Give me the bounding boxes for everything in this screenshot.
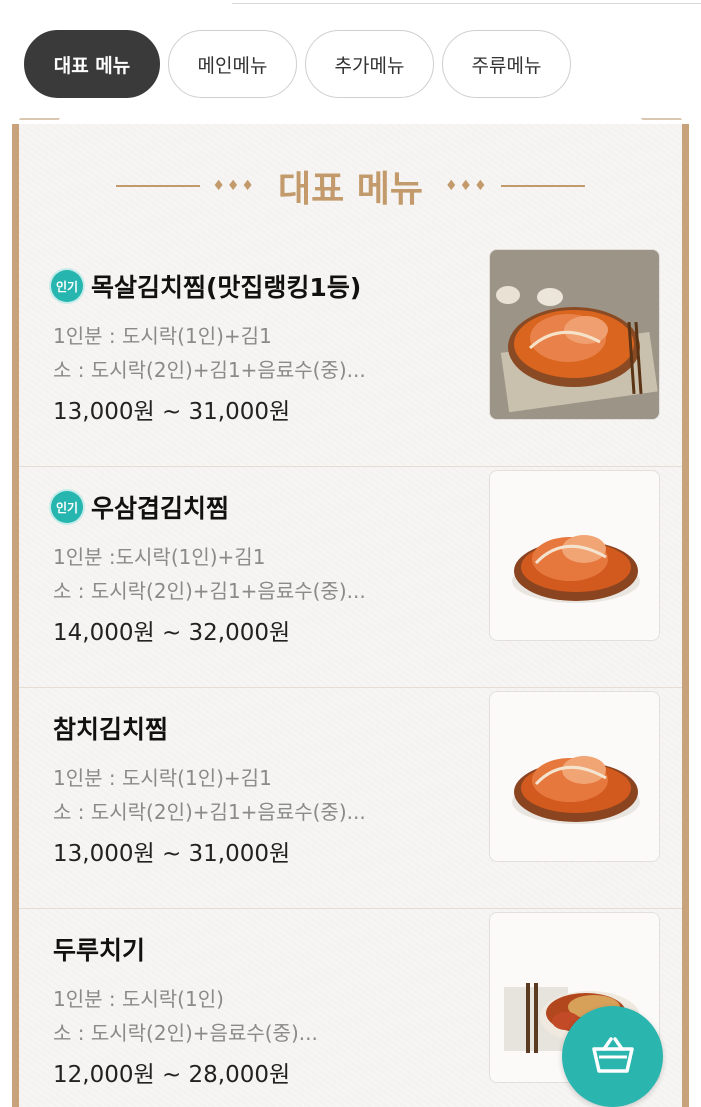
menu-item-desc: 소 : 도시락(2인)+김1+음료수(중)... [53, 579, 366, 603]
top-divider [232, 0, 701, 4]
menu-item[interactable]: 인기 우삼겹김치찜 1인분 :도시락(1인)+김1 소 : 도시락(2인)+김1… [19, 467, 682, 688]
menu-item-price: 13,000원 ~ 31,000원 [53, 841, 291, 867]
menu-item[interactable]: 참치김치찜 1인분 : 도시락(1인)+김1 소 : 도시락(2인)+김1+음료… [19, 688, 682, 909]
popular-badge: 인기 [51, 491, 83, 523]
menu-item-desc: 소 : 도시락(2인)+김1+음료수(중)... [53, 800, 366, 824]
cart-button[interactable] [562, 1006, 663, 1107]
menu-item-name-row: 두루치기 [53, 931, 145, 967]
tab-liquor-menu[interactable]: 주류메뉴 [442, 30, 571, 98]
menu-item-name: 두루치기 [53, 936, 146, 965]
section-heading: ♦♦♦ 대표 메뉴 ♦♦♦ [19, 164, 682, 210]
menu-item-desc: 소 : 도시락(2인)+김1+음료수(중)... [53, 358, 366, 382]
menu-item-price: 14,000원 ~ 32,000원 [53, 620, 291, 646]
menu-item[interactable]: 인기 목살김치찜(맛집랭킹1등) 1인분 : 도시락(1인)+김1 소 : 도시… [19, 246, 682, 467]
menu-item-desc: 소 : 도시락(2인)+음료수(중)... [53, 1021, 318, 1045]
ornament-left: ♦♦♦ [212, 178, 256, 194]
menu-item-name-row: 인기 우삼겹김치찜 [51, 489, 229, 525]
ornament-right: ♦♦♦ [445, 178, 489, 194]
menu-item-name-row: 참치김치찜 [53, 710, 168, 746]
heading-rule [116, 185, 201, 187]
menu-board: ♦♦♦ 대표 메뉴 ♦♦♦ 인기 목살김치찜(맛집랭킹1등) 1인분 : 도시락… [3, 118, 698, 1107]
section-title: 대표 메뉴 [277, 169, 423, 210]
kimchi-jjim-dish-photo[interactable] [489, 249, 660, 420]
tab-main-menu[interactable]: 메인메뉴 [168, 30, 297, 98]
menu-item-desc: 1인분 : 도시락(1인) [53, 987, 224, 1011]
popular-badge: 인기 [51, 270, 83, 302]
basket-icon [591, 1035, 635, 1079]
menu-item-desc: 1인분 :도시락(1인)+김1 [53, 545, 266, 569]
menu-item-name-row: 인기 목살김치찜(맛집랭킹1등) [51, 268, 361, 304]
menu-item-name: 참치김치찜 [53, 715, 169, 744]
kimchi-jjim-dish-photo[interactable] [489, 470, 660, 641]
menu-item-price: 12,000원 ~ 28,000원 [53, 1062, 291, 1088]
kimchi-jjim-dish-photo[interactable] [489, 691, 660, 862]
board-corner-ornament [640, 118, 698, 146]
tab-extra-menu[interactable]: 추가메뉴 [305, 30, 434, 98]
menu-item-name: 목살김치찜(맛집랭킹1등) [91, 273, 362, 302]
board-corner-ornament [3, 118, 61, 146]
menu-item-desc: 1인분 : 도시락(1인)+김1 [53, 324, 272, 348]
tab-signature-menu[interactable]: 대표 메뉴 [24, 30, 160, 98]
menu-item-name: 우삼겹김치찜 [91, 494, 230, 523]
menu-item-price: 13,000원 ~ 31,000원 [53, 399, 291, 425]
heading-rule [500, 185, 585, 187]
menu-category-tabs: 대표 메뉴 메인메뉴 추가메뉴 주류메뉴 [24, 30, 571, 98]
menu-item-desc: 1인분 : 도시락(1인)+김1 [53, 766, 272, 790]
